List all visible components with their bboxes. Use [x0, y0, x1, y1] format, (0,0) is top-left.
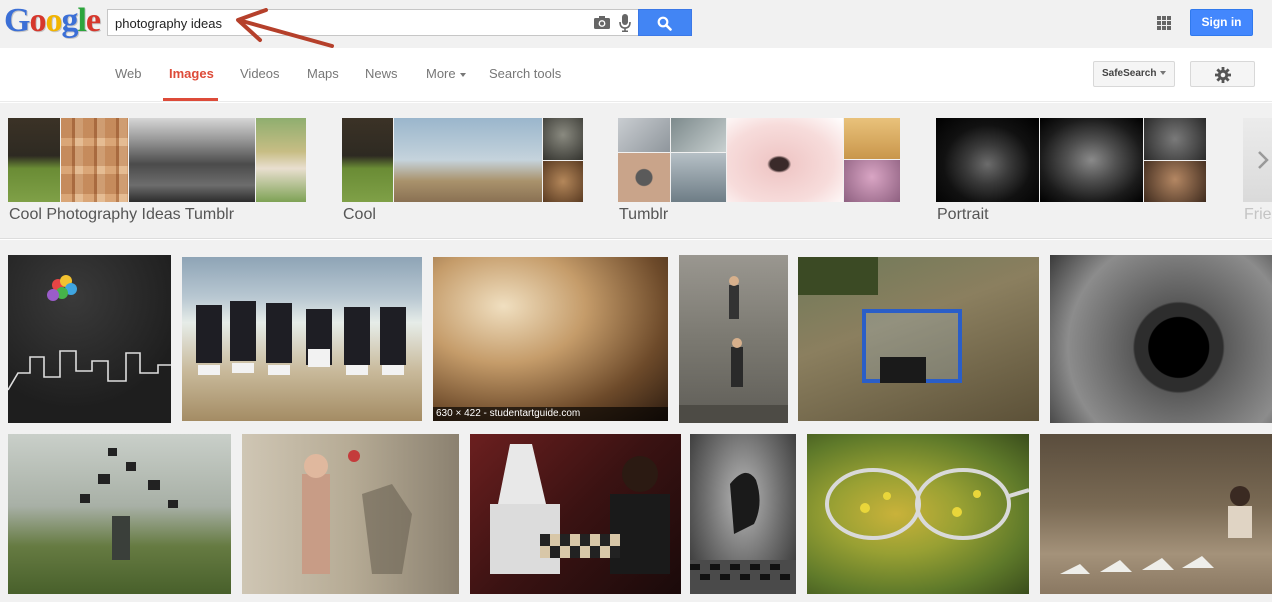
chevron-down-icon — [459, 72, 466, 77]
image-result[interactable]: 630 × 422 - studentartguide.com — [433, 257, 668, 421]
related-thumbnail — [618, 153, 670, 202]
safesearch-button[interactable]: SafeSearch — [1093, 61, 1175, 87]
image-result[interactable] — [798, 257, 1039, 421]
gear-icon — [1215, 67, 1231, 83]
related-label: Cool Photography Ideas Tumblr — [9, 206, 235, 223]
image-content — [825, 468, 1029, 540]
tab-web[interactable]: Web — [115, 66, 142, 81]
related-group-tumblr[interactable]: Tumblr — [618, 118, 902, 228]
image-content — [8, 275, 171, 391]
search-input[interactable] — [115, 14, 585, 32]
image-result[interactable] — [470, 434, 681, 594]
related-thumbnail — [543, 161, 583, 202]
related-thumbnail — [256, 118, 306, 202]
annotation-arrow-icon — [236, 8, 334, 48]
search-icon — [657, 16, 672, 31]
related-searches: Cool Photography Ideas Tumblr Cool Tumbl… — [0, 103, 1272, 239]
tab-search-tools[interactable]: Search tools — [489, 66, 561, 81]
related-thumbnail — [543, 118, 583, 160]
tab-maps[interactable]: Maps — [307, 66, 339, 81]
related-thumbnail — [1040, 118, 1143, 202]
image-result[interactable] — [8, 255, 171, 423]
tab-more-label: More — [426, 66, 456, 81]
google-logo[interactable]: Google — [4, 3, 101, 39]
related-thumbnail — [618, 118, 670, 152]
related-thumbnail — [394, 118, 542, 202]
related-thumbnail — [61, 118, 128, 202]
image-content — [798, 257, 962, 383]
apps-grid-icon[interactable] — [1157, 16, 1171, 30]
chevron-down-icon — [1160, 71, 1167, 76]
related-thumbnail — [844, 118, 900, 159]
safesearch-label: SafeSearch — [1102, 68, 1157, 79]
image-content — [80, 448, 178, 560]
related-label: Portrait — [937, 206, 989, 223]
microphone-icon[interactable] — [619, 14, 631, 32]
image-result[interactable] — [1040, 434, 1272, 594]
sign-in-button[interactable]: Sign in — [1190, 9, 1253, 36]
image-result[interactable] — [1050, 255, 1272, 423]
related-thumbnail — [844, 160, 900, 202]
image-content — [490, 444, 670, 574]
related-label: Tumblr — [619, 206, 669, 223]
tab-more[interactable]: More — [426, 66, 466, 81]
tab-news[interactable]: News — [365, 66, 398, 81]
image-results-grid: 630 × 422 - studentartguide.com — [0, 240, 1272, 602]
related-thumbnail — [671, 118, 726, 152]
related-group-portrait[interactable]: Portrait — [936, 118, 1208, 228]
active-tab-indicator — [163, 98, 218, 101]
related-thumbnail — [8, 118, 60, 202]
image-result[interactable] — [807, 434, 1029, 594]
image-content — [196, 301, 406, 375]
related-thumbnail — [1144, 161, 1206, 202]
camera-icon[interactable] — [594, 16, 610, 29]
image-content — [1060, 486, 1252, 574]
top-bar: Google Sign in — [0, 0, 1272, 48]
settings-button[interactable] — [1190, 61, 1255, 87]
image-result[interactable] — [182, 257, 422, 421]
image-content — [679, 276, 788, 423]
tab-images[interactable]: Images — [169, 66, 214, 81]
related-thumbnail — [671, 153, 726, 202]
tab-videos[interactable]: Videos — [240, 66, 280, 81]
image-result[interactable] — [679, 255, 788, 423]
related-thumbnail — [1144, 118, 1206, 160]
image-content — [302, 450, 412, 574]
image-result[interactable] — [242, 434, 459, 594]
related-label: Frie — [1244, 206, 1272, 223]
image-hover-caption: 630 × 422 - studentartguide.com — [433, 407, 668, 421]
related-group-partial[interactable]: Frie — [1243, 118, 1272, 228]
chevron-right-icon[interactable] — [1257, 150, 1269, 170]
related-group-cool-photography-ideas-tumblr[interactable]: Cool Photography Ideas Tumblr — [8, 118, 308, 228]
related-thumbnail — [129, 118, 255, 202]
search-box — [107, 9, 638, 36]
search-button[interactable] — [638, 9, 692, 36]
related-label: Cool — [343, 206, 376, 223]
image-result[interactable] — [690, 434, 796, 594]
image-result[interactable] — [8, 434, 231, 594]
related-thumbnail — [936, 118, 1039, 202]
related-thumbnail — [342, 118, 393, 202]
related-thumbnail — [727, 118, 843, 202]
related-group-cool[interactable]: Cool — [342, 118, 584, 228]
search-nav: Web Images Videos Maps News More Search … — [0, 48, 1272, 102]
image-content — [690, 472, 796, 594]
